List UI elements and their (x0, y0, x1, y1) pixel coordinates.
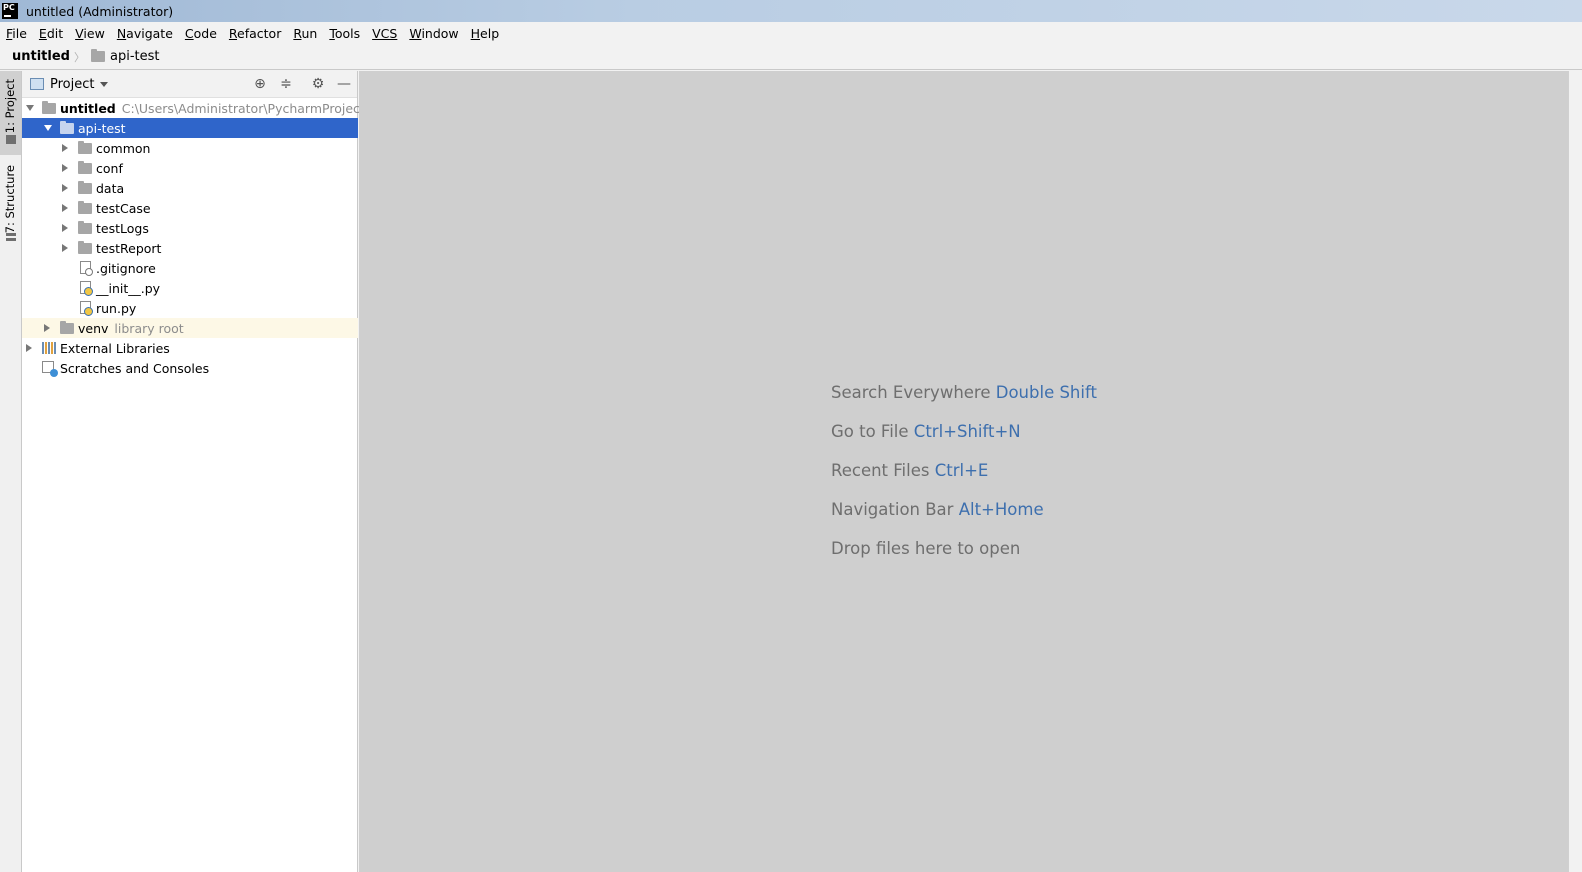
tree-item-folder[interactable]: testLogs (22, 218, 358, 238)
menu-run[interactable]: Run (293, 26, 317, 41)
expand-arrow-icon[interactable] (62, 224, 68, 232)
tree-item-folder[interactable]: data (22, 178, 358, 198)
project-tool-icon (6, 135, 16, 144)
folder-icon (78, 220, 92, 234)
tree-item-api-test[interactable]: api-test (22, 118, 358, 138)
folder-icon (42, 100, 56, 114)
project-panel: Project ⊕ ≑ ⚙ — untitled C:\Users\Adminis… (22, 71, 383, 872)
folder-icon (78, 180, 92, 194)
project-panel-header: Project ⊕ ≑ ⚙ — (22, 71, 357, 98)
menu-tools[interactable]: Tools (329, 26, 360, 41)
menu-code[interactable]: Code (185, 26, 217, 41)
menu-edit[interactable]: Edit (39, 26, 63, 41)
window-title: untitled (Administrator) (26, 3, 174, 19)
menu-bar: File Edit View Navigate Code Refactor Ru… (0, 22, 1582, 44)
folder-icon (78, 160, 92, 174)
expand-arrow-icon[interactable] (62, 184, 68, 192)
folder-icon (78, 200, 92, 214)
tool-tab-project[interactable]: 1: Project (0, 71, 21, 155)
python-file-icon (80, 281, 93, 296)
structure-tool-icon (6, 233, 16, 242)
tree-item-root[interactable]: untitled C:\Users\Administrator\PycharmPr… (22, 98, 383, 118)
tree-item-file[interactable]: __init__.py (22, 278, 358, 298)
gitignore-file-icon (80, 261, 93, 276)
breadcrumb-child[interactable]: api-test (110, 49, 160, 64)
tree-item-folder[interactable]: common (22, 138, 358, 158)
tree-item-venv[interactable]: venv library root (22, 318, 358, 338)
expand-arrow-icon[interactable] (26, 344, 32, 352)
gear-icon[interactable]: ⚙ (310, 76, 326, 92)
folder-icon (90, 49, 105, 62)
breadcrumb-root[interactable]: untitled (12, 49, 70, 64)
tree-item-file[interactable]: .gitignore (22, 258, 358, 278)
tree-item-folder[interactable]: testReport (22, 238, 358, 258)
tree-item-folder[interactable]: testCase (22, 198, 358, 218)
tool-tab-structure[interactable]: 7: Structure (0, 161, 21, 243)
tree-item-external-libraries[interactable]: External Libraries (22, 338, 358, 358)
tool-window-strip: 1: Project 7: Structure (0, 71, 22, 872)
expand-arrow-icon[interactable] (62, 204, 68, 212)
hint-go-to-file: Go to File Ctrl+Shift+N (831, 422, 1021, 441)
expand-arrow-icon[interactable] (62, 244, 68, 252)
chevron-down-icon[interactable] (100, 81, 109, 87)
project-view-selector[interactable]: Project (50, 77, 94, 92)
hint-recent-files: Recent Files Ctrl+E (831, 461, 989, 480)
menu-window[interactable]: Window (409, 26, 458, 41)
breadcrumb-separator-icon: 〉 (73, 50, 85, 64)
menu-file[interactable]: File (6, 26, 27, 41)
expand-arrow-icon[interactable] (26, 105, 34, 111)
menu-vcs[interactable]: VCS (372, 26, 397, 41)
expand-arrow-icon[interactable] (62, 144, 68, 152)
python-file-icon (80, 301, 93, 316)
scratches-icon (42, 361, 58, 377)
library-icon (42, 342, 56, 354)
title-bar: PC untitled (Administrator) (0, 0, 1582, 22)
right-tool-strip (1568, 71, 1582, 872)
folder-icon (78, 240, 92, 254)
tree-item-folder[interactable]: conf (22, 158, 358, 178)
expand-arrow-icon[interactable] (44, 324, 50, 332)
tree-item-scratches[interactable]: Scratches and Consoles (22, 358, 358, 378)
hint-search-everywhere: Search Everywhere Double Shift (831, 383, 1097, 402)
tree-item-file[interactable]: run.py (22, 298, 358, 318)
collapse-all-icon[interactable]: ≑ (278, 76, 294, 92)
expand-arrow-icon[interactable] (44, 125, 52, 131)
menu-refactor[interactable]: Refactor (229, 26, 281, 41)
project-view-icon (30, 78, 44, 90)
hint-navigation-bar: Navigation Bar Alt+Home (831, 500, 1044, 519)
folder-icon (60, 120, 74, 134)
menu-view[interactable]: View (75, 26, 105, 41)
locate-file-icon[interactable]: ⊕ (252, 76, 268, 92)
editor-area[interactable]: Search Everywhere Double Shift Go to Fil… (359, 71, 1568, 872)
menu-navigate[interactable]: Navigate (117, 26, 173, 41)
folder-icon (78, 140, 92, 154)
pycharm-logo-icon: PC (2, 3, 18, 19)
menu-help[interactable]: Help (471, 26, 500, 41)
folder-icon (60, 320, 74, 334)
breadcrumb: untitled 〉 api-test (0, 44, 1582, 70)
expand-arrow-icon[interactable] (62, 164, 68, 172)
minimize-icon[interactable]: — (336, 76, 352, 92)
hint-drop-files: Drop files here to open (831, 539, 1021, 558)
